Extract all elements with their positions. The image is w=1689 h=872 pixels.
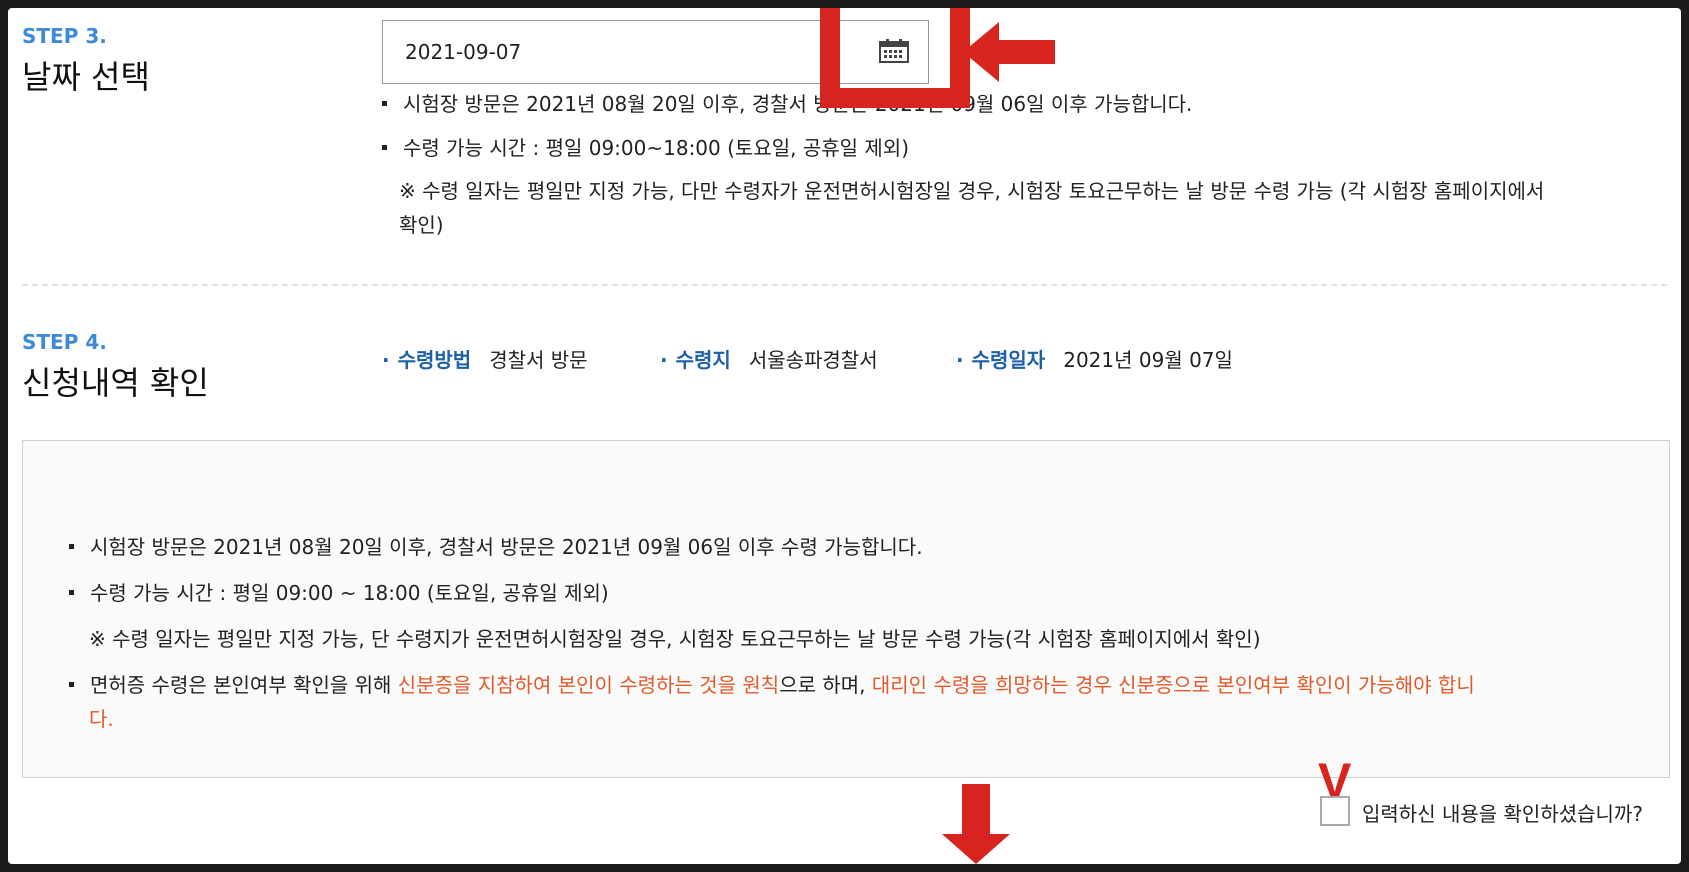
annotation-bracket-bottom xyxy=(820,88,970,108)
date-picker-field[interactable]: 2021-09-07 xyxy=(382,20,929,84)
step3-label: STEP 3. xyxy=(22,24,107,48)
step3-note-line1: ※ 수령 일자는 평일만 지정 가능, 다만 수령자가 운전면허시험장일 경우,… xyxy=(399,179,1545,203)
annotation-arrow-left-icon xyxy=(963,22,1055,82)
notice-bullet-3: 면허증 수령은 본인여부 확인을 위해 신분증을 지참하여 본인이 수령하는 것… xyxy=(69,669,1475,698)
bullet-dot xyxy=(69,590,74,595)
notice-note: ※ 수령 일자는 평일만 지정 가능, 단 수령지가 운전면허시험장일 경우, … xyxy=(89,627,1261,651)
bullet-dot xyxy=(382,101,387,106)
step3-note-line2: 확인) xyxy=(399,213,444,237)
bullet-dot xyxy=(382,145,387,150)
page-frame: STEP 3. 날짜 선택 2021-09-07 시험장 방문은 2021년 0… xyxy=(8,8,1681,864)
date-value: 2021-09-07 xyxy=(405,40,522,64)
summary-place: · 수령지 서울송파경찰서 xyxy=(660,348,878,372)
summary-date: · 수령일자 2021년 09월 07일 xyxy=(956,348,1233,372)
confirm-checkbox[interactable] xyxy=(1320,796,1350,826)
step3-bullet-1: 시험장 방문은 2021년 08월 20일 이후, 경찰서 방문은 2021년 … xyxy=(382,88,1192,117)
step3-bullet-2: 수령 가능 시간 : 평일 09:00~18:00 (토요일, 공휴일 제외) xyxy=(382,132,909,161)
notice-bullet-1: 시험장 방문은 2021년 08월 20일 이후, 경찰서 방문은 2021년 … xyxy=(69,531,923,560)
section-divider xyxy=(22,284,1667,286)
bullet-dot xyxy=(69,682,74,687)
confirm-label: 입력하신 내용을 확인하셨습니까? xyxy=(1362,802,1643,826)
notice-bullet-2: 수령 가능 시간 : 평일 09:00 ~ 18:00 (토요일, 공휴일 제외… xyxy=(69,577,609,606)
notice-box: 시험장 방문은 2021년 08월 20일 이후, 경찰서 방문은 2021년 … xyxy=(22,440,1670,778)
notice-bullet-3-cont: 다. xyxy=(89,707,114,731)
bullet-dot xyxy=(69,544,74,549)
annotation-arrow-down-icon xyxy=(942,784,1010,864)
summary-method: · 수령방법 경찰서 방문 xyxy=(382,348,588,372)
step4-title: 신청내역 확인 xyxy=(22,364,209,402)
step4-label: STEP 4. xyxy=(22,330,107,354)
calendar-icon[interactable] xyxy=(879,39,909,67)
step3-title: 날짜 선택 xyxy=(22,58,150,96)
